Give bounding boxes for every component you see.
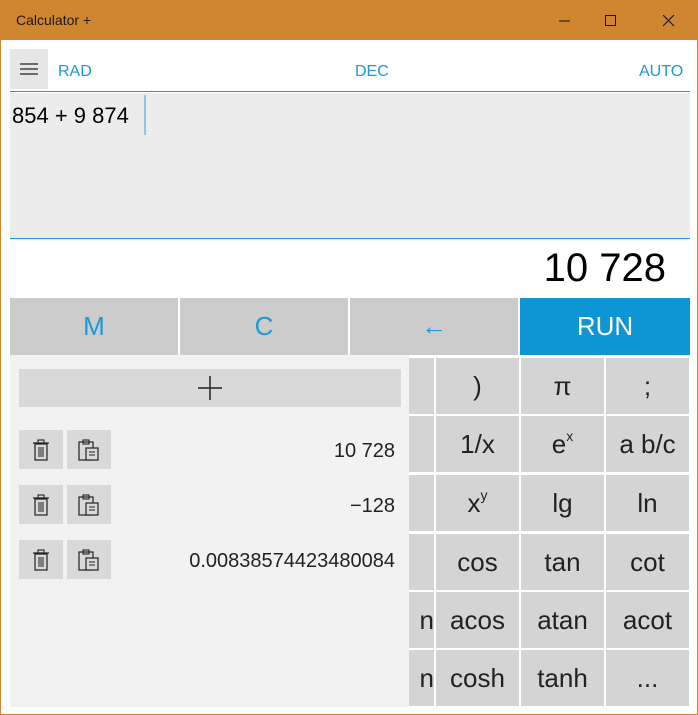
- number-base-toggle[interactable]: DEC: [355, 63, 389, 81]
- key-cos[interactable]: cos: [436, 534, 519, 590]
- trash-icon: [33, 493, 49, 516]
- memory-add-button[interactable]: [19, 369, 401, 407]
- key-partial-r6-label: n: [419, 662, 434, 693]
- minimize-icon: [559, 20, 570, 21]
- mode-toolbar: RAD DEC AUTO: [10, 49, 690, 92]
- expression-input[interactable]: 854 + 9 874: [10, 93, 690, 239]
- clipboard-icon: [78, 438, 99, 461]
- angle-mode-toggle[interactable]: RAD: [58, 63, 92, 81]
- plus-icon: [198, 376, 222, 400]
- memory-value[interactable]: 10 728: [334, 440, 395, 463]
- close-button[interactable]: [646, 1, 692, 40]
- memory-paste-button[interactable]: [67, 485, 111, 524]
- memory-value[interactable]: 0.00838574423480084: [189, 550, 395, 573]
- key-fraction[interactable]: a b/c: [606, 416, 689, 472]
- maximize-icon: [605, 14, 616, 26]
- expression-value: 854 + 9 874: [12, 103, 129, 128]
- title-bar: Calculator +: [1, 1, 697, 40]
- key-more[interactable]: ...: [606, 650, 689, 706]
- key-pi[interactable]: π: [521, 358, 604, 414]
- hamburger-icon: [20, 63, 38, 75]
- maximize-button[interactable]: [588, 1, 634, 40]
- key-ln[interactable]: ln: [606, 475, 689, 531]
- memory-paste-button[interactable]: [67, 430, 111, 469]
- expression-text: 854 + 9 874: [12, 103, 129, 129]
- result-display: 10 728: [543, 246, 666, 290]
- clipboard-icon: [78, 493, 99, 516]
- key-cot[interactable]: cot: [606, 534, 689, 590]
- key-lg[interactable]: lg: [521, 475, 604, 531]
- memory-button[interactable]: M: [10, 298, 178, 355]
- key-partial-r5-label: n: [419, 604, 434, 635]
- key-tan[interactable]: tan: [521, 534, 604, 590]
- memory-delete-button[interactable]: [19, 540, 63, 579]
- backspace-button[interactable]: ←: [350, 298, 518, 355]
- trash-icon: [33, 438, 49, 461]
- memory-item: 0.00838574423480084: [19, 540, 401, 580]
- key-exp-base: e: [551, 428, 567, 459]
- key-power[interactable]: xy: [436, 475, 519, 531]
- key-atan[interactable]: atan: [521, 592, 604, 648]
- key-exp[interactable]: ex: [521, 416, 604, 472]
- format-mode-toggle[interactable]: AUTO: [639, 63, 683, 81]
- run-button[interactable]: RUN: [520, 298, 690, 355]
- memory-value[interactable]: −128: [350, 495, 395, 518]
- memory-delete-button[interactable]: [19, 430, 63, 469]
- key-power-base: x: [467, 487, 481, 518]
- key-tanh[interactable]: tanh: [521, 650, 604, 706]
- memory-flyout: 10 728 −128 0.00838574423480084: [10, 355, 409, 707]
- menu-button[interactable]: [10, 49, 48, 89]
- memory-item: 10 728: [19, 430, 401, 470]
- key-close-paren[interactable]: ): [436, 358, 519, 414]
- key-power-sup: y: [480, 487, 488, 503]
- clear-button[interactable]: C: [180, 298, 348, 355]
- memory-paste-button[interactable]: [67, 540, 111, 579]
- minimize-button[interactable]: [542, 1, 588, 40]
- trash-icon: [33, 548, 49, 571]
- app-window: Calculator + RAD DEC AUTO 854 + 9 874 10…: [0, 0, 698, 715]
- key-exp-sup: x: [566, 428, 574, 444]
- window-title: Calculator +: [16, 12, 92, 28]
- text-caret: [144, 95, 146, 135]
- memory-item: −128: [19, 485, 401, 525]
- memory-delete-button[interactable]: [19, 485, 63, 524]
- key-reciprocal[interactable]: 1/x: [436, 416, 519, 472]
- clipboard-icon: [78, 548, 99, 571]
- close-icon: [663, 14, 675, 26]
- key-semicolon[interactable]: ;: [606, 358, 689, 414]
- key-cosh[interactable]: cosh: [436, 650, 519, 706]
- key-acos[interactable]: acos: [436, 592, 519, 648]
- key-acot[interactable]: acot: [606, 592, 689, 648]
